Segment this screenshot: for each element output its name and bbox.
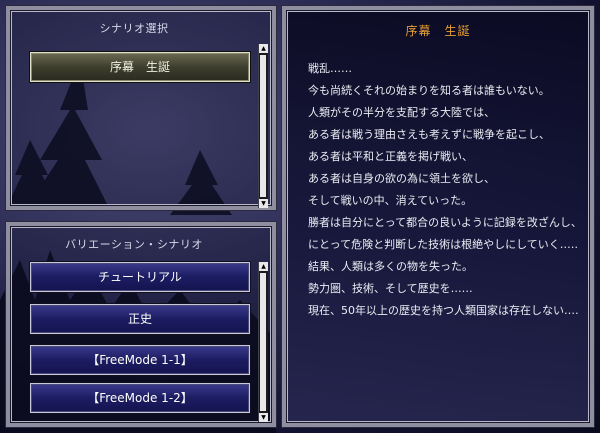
scenario-panel: シナリオ選択 序幕 生誕 ▲ ▼ — [5, 5, 277, 211]
story-line: ある者は自身の欲の為に領土を欲し、 — [308, 172, 495, 185]
story-line: そして戦いの中、消えていった。 — [308, 194, 473, 207]
story-line: 戦乱…… — [308, 62, 352, 75]
scroll-thumb[interactable] — [260, 55, 266, 197]
variation-panel-title: バリエーション・シナリオ — [65, 238, 203, 251]
variation-panel: バリエーション・シナリオ チュートリアル 正史 【FreeMode 1-1】 【… — [5, 221, 277, 428]
story-line: 勢力圏、技術、そして歴史を…… — [308, 282, 473, 295]
story-line: 現在、50年以上の歴史を持つ人類国家は存在しない…… — [308, 304, 578, 317]
variation-item-freemode-1-2[interactable]: 【FreeMode 1-2】 — [30, 383, 250, 413]
scroll-down-icon[interactable]: ▼ — [259, 199, 268, 208]
story-panel: 序幕 生誕 戦乱…… 今も尚続くそれの始まりを知る者は誰もいない。 人類がその半… — [281, 5, 595, 428]
variation-item-tutorial[interactable]: チュートリアル — [30, 262, 250, 292]
story-title: 序幕 生誕 — [405, 24, 471, 38]
story-line: ある者は戦う理由さえも考えずに戦争を起こし、 — [308, 128, 550, 141]
story-line: にとって危険と判断した技術は根絶やしにしていく…… — [308, 238, 578, 251]
story-line: 今も尚続くそれの始まりを知る者は誰もいない。 — [308, 84, 550, 97]
story-text: 戦乱…… 今も尚続くそれの始まりを知る者は誰もいない。 人類がその半分を支配する… — [308, 58, 578, 322]
scroll-thumb[interactable] — [260, 273, 266, 411]
story-line: 結果、人類は多くの物を失った。 — [308, 260, 473, 273]
story-line: ある者は平和と正義を掲げ戦い、 — [308, 150, 473, 163]
scenario-select-screen: シナリオ選択 序幕 生誕 ▲ ▼ バリエーション・シナリオ チュートリアル 正史… — [0, 0, 600, 433]
scroll-up-icon[interactable]: ▲ — [259, 262, 268, 271]
story-line: 人類がその半分を支配する大陸では、 — [308, 106, 495, 119]
variation-scrollbar[interactable]: ▲ ▼ — [258, 262, 268, 422]
scroll-up-icon[interactable]: ▲ — [259, 44, 268, 53]
story-line: 勝者は自分にとって都合の良いように記録を改ざんし、自分 — [308, 216, 578, 229]
variation-item-official-history[interactable]: 正史 — [30, 304, 250, 334]
scenario-scrollbar[interactable]: ▲ ▼ — [258, 44, 268, 208]
scenario-item-prologue[interactable]: 序幕 生誕 — [30, 52, 250, 82]
scroll-down-icon[interactable]: ▼ — [259, 413, 268, 422]
variation-item-freemode-1-1[interactable]: 【FreeMode 1-1】 — [30, 345, 250, 375]
scenario-panel-title: シナリオ選択 — [99, 22, 169, 35]
